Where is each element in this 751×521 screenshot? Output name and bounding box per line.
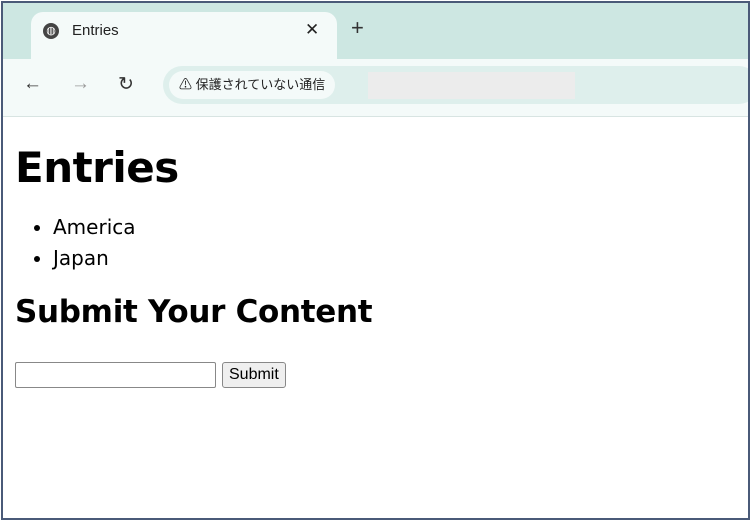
toolbar: ← → ↻ ⚠ 保護されていない通信 [3, 59, 748, 117]
submit-form: Submit [15, 362, 372, 388]
address-bar[interactable]: ⚠ 保護されていない通信 [163, 66, 748, 104]
reload-icon[interactable]: ↻ [118, 73, 134, 96]
submit-button[interactable]: Submit [222, 362, 286, 388]
new-tab-button[interactable]: + [351, 15, 364, 41]
back-icon[interactable]: ← [23, 73, 42, 95]
form-heading: Submit Your Content [15, 294, 373, 330]
tab-entries[interactable]: ◍ Entries ✕ [31, 12, 337, 62]
close-tab-icon[interactable]: ✕ [305, 20, 319, 40]
content-input[interactable] [15, 362, 216, 388]
tab-strip: ◍ Entries ✕ + [3, 3, 748, 62]
url-text[interactable] [368, 72, 575, 99]
tab-title: Entries [72, 22, 119, 39]
globe-icon: ◍ [43, 23, 59, 39]
browser-window: ◍ Entries ✕ + ← → ↻ ⚠ 保護されていない通信 Entries… [1, 1, 750, 520]
entries-list: America Japan [53, 212, 372, 274]
page-title: Entries [15, 143, 179, 192]
list-item: Japan [53, 243, 372, 274]
warning-icon: ⚠ [179, 77, 193, 92]
list-item: America [53, 212, 372, 243]
page-content: Entries America Japan Submit Your Conten… [15, 143, 373, 388]
security-chip[interactable]: ⚠ 保護されていない通信 [169, 71, 336, 99]
forward-icon[interactable]: → [71, 73, 90, 95]
security-label: 保護されていない通信 [195, 77, 326, 92]
